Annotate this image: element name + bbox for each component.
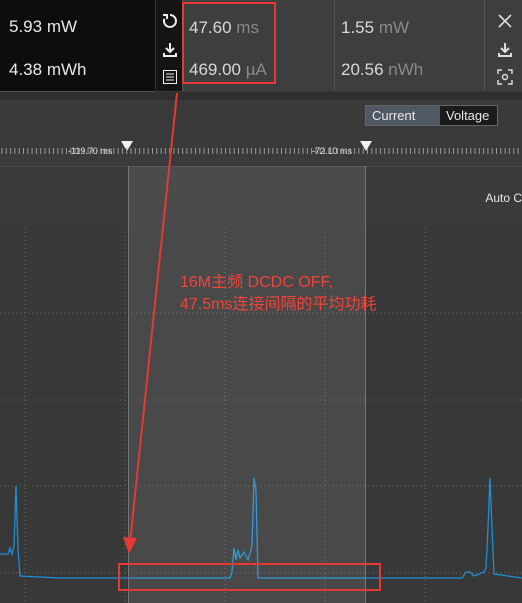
highlight-box-baseline [118,563,381,591]
annotation-arrow [123,92,178,554]
